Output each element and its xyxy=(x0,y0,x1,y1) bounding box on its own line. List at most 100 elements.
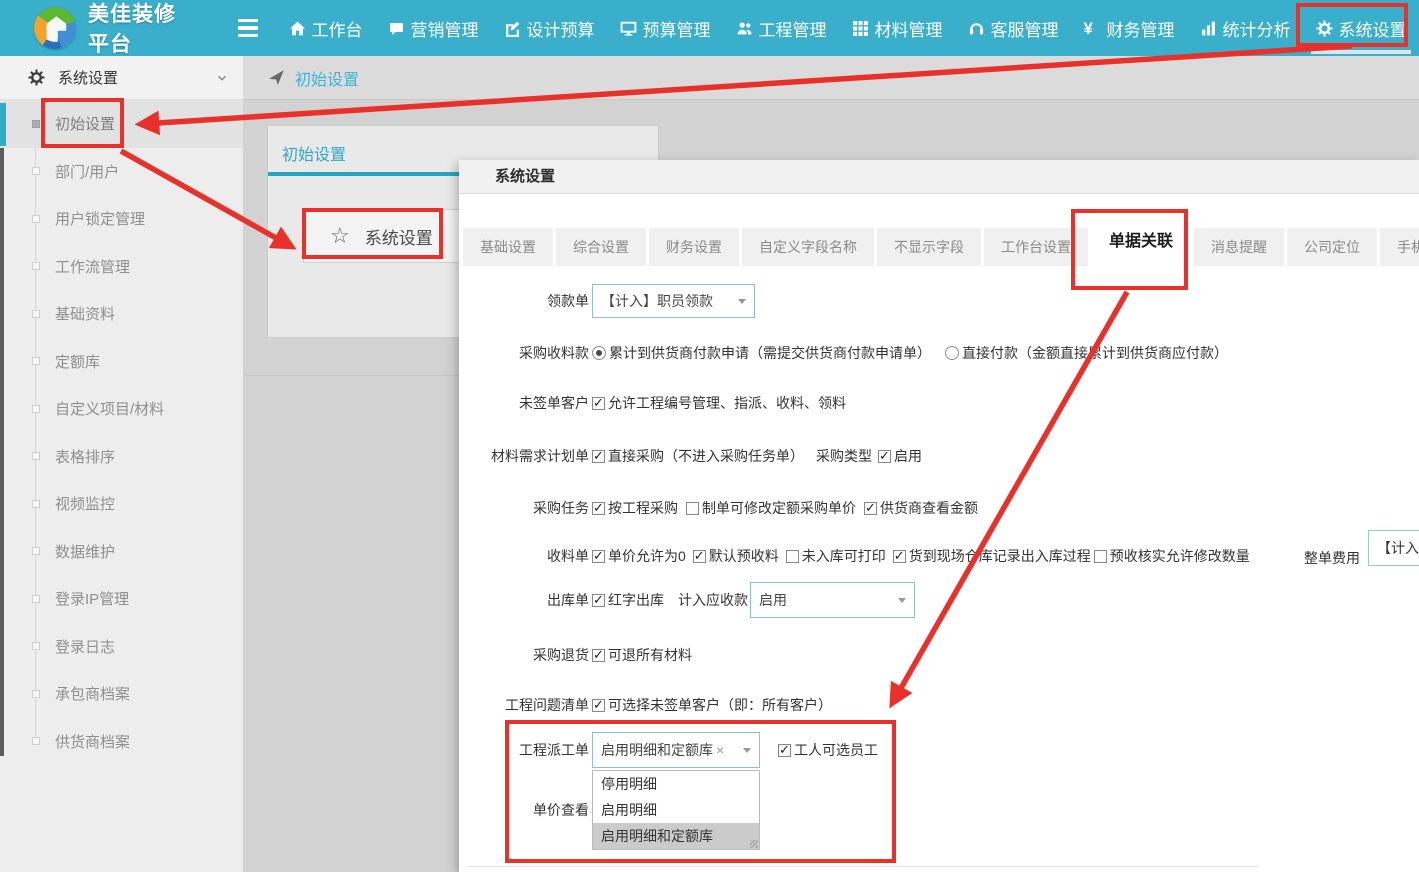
nav-item-project[interactable]: 工程管理 xyxy=(723,0,839,56)
checkbox-return-all-materials[interactable]: 可退所有材料 xyxy=(592,645,692,665)
top-header: 美佳装修平台 工作台 营销管理 设计预算 预算管理 工程管理 xyxy=(0,0,1419,56)
checkbox-supplier-view-amount[interactable]: 供货商查看金额 xyxy=(864,498,978,518)
yen-icon: ¥ xyxy=(1084,20,1101,37)
checkbox-print-before-storage[interactable]: 未入库可打印 xyxy=(786,546,886,566)
sidebar-item-departments-users[interactable]: 部门/用户 xyxy=(0,148,243,196)
bullet-icon xyxy=(32,405,40,413)
checkbox-modify-quota-price[interactable]: 制单可修改定额采购单价 xyxy=(686,498,856,518)
checkbox-icon xyxy=(893,550,906,563)
app-title: 美佳装修平台 xyxy=(88,0,196,58)
sidebar-item-initial-settings[interactable]: 初始设置 xyxy=(0,100,243,148)
tab-basic-settings[interactable]: 基础设置 xyxy=(463,228,553,266)
checkbox-purchase-by-project[interactable]: 按工程采购 xyxy=(592,498,678,518)
radio-accumulate-to-supplier[interactable]: 累计到供货商付款申请（需提交供货商付款申请单） xyxy=(592,343,931,363)
whole-order-fee-label: 整单费用 xyxy=(1304,548,1360,568)
checkbox-select-unsigned-customer[interactable]: 可选择未签单客户（即：所有客户） xyxy=(592,695,832,715)
form-row-payment-slip: 领款单 【计入】职员领款 xyxy=(459,284,1419,318)
tab-workbench-settings[interactable]: 工作台设置 xyxy=(984,228,1088,266)
checkbox-direct-purchase[interactable]: 直接采购（不进入采购任务单） xyxy=(592,446,804,466)
form-row-purchase-receipt-payment: 采购收料款 累计到供货商付款申请（需提交供货商付款申请单） 直接付款（金额直接累… xyxy=(459,343,1419,363)
tab-custom-field-names[interactable]: 自定义字段名称 xyxy=(742,228,874,266)
tab-finance-settings[interactable]: 财务设置 xyxy=(649,228,739,266)
form-row-unsigned-customer: 未签单客户 允许工程编号管理、指派、收料、领料 xyxy=(459,393,1419,413)
hamburger-menu-icon[interactable] xyxy=(238,19,258,38)
dropdown-option-disable-detail[interactable]: 停用明细 xyxy=(593,771,759,797)
checkbox-icon xyxy=(778,744,791,757)
checkbox-worker-select-employee[interactable]: 工人可选员工 xyxy=(778,740,878,760)
bullet-icon xyxy=(32,547,40,555)
sidebar-header[interactable]: 系统设置 xyxy=(0,56,243,100)
sidebar-item-data-maintenance[interactable]: 数据维护 xyxy=(0,528,243,576)
tab-hidden-fields[interactable]: 不显示字段 xyxy=(877,228,981,266)
resize-handle-icon[interactable] xyxy=(750,840,758,848)
bullet-icon xyxy=(32,262,40,270)
chevron-down-icon xyxy=(215,71,229,85)
form-row-purchase-task: 采购任务 按工程采购 制单可修改定额采购单价 供货商查看金额 xyxy=(459,498,1419,518)
app-logo-icon xyxy=(34,7,76,49)
nav-item-finance[interactable]: ¥ 财务管理 xyxy=(1071,0,1187,56)
whole-order-fee-select[interactable]: 【计入 xyxy=(1368,530,1419,566)
checkbox-purchase-type-enable[interactable]: 启用 xyxy=(878,446,922,466)
nav-item-budget[interactable]: 预算管理 xyxy=(607,0,723,56)
tab-document-association[interactable]: 单据关联 xyxy=(1091,218,1191,266)
work-dispatch-dropdown: 停用明细 启用明细 启用明细和定额库 xyxy=(592,770,760,850)
tab-initial-settings[interactable]: 初始设置 xyxy=(282,141,346,165)
sidebar-item-basic-data[interactable]: 基础资料 xyxy=(0,290,243,338)
bullet-icon xyxy=(32,500,40,508)
tab-message-reminder[interactable]: 消息提醒 xyxy=(1194,228,1284,266)
checkbox-icon xyxy=(592,450,605,463)
checkbox-verify-modify-quantity[interactable]: 预收核实允许修改数量 xyxy=(1094,546,1250,566)
checkbox-default-pre-receive[interactable]: 默认预收料 xyxy=(693,546,779,566)
nav-item-design-budget[interactable]: 设计预算 xyxy=(491,0,607,56)
sidebar-item-video-monitor[interactable]: 视频监控 xyxy=(0,480,243,528)
nav-item-material[interactable]: 材料管理 xyxy=(839,0,955,56)
tab-mobile[interactable]: 手机端 xyxy=(1380,228,1419,266)
radio-direct-payment[interactable]: 直接付款（金额直接累计到供货商应付款） xyxy=(945,343,1228,363)
sidebar-item-supplier-files[interactable]: 供货商档案 xyxy=(0,718,243,766)
sidebar-item-login-ip[interactable]: 登录IP管理 xyxy=(0,575,243,623)
form-row-work-dispatch: 工程派工单 启用明细和定额库 × 工人可选员工 xyxy=(459,732,1419,768)
nav-item-customer-service[interactable]: 客服管理 xyxy=(955,0,1071,56)
bullet-icon xyxy=(32,167,40,175)
nav-item-workbench[interactable]: 工作台 xyxy=(276,0,375,56)
sidebar-item-quota-library[interactable]: 定额库 xyxy=(0,338,243,386)
sidebar-item-workflow[interactable]: 工作流管理 xyxy=(0,243,243,291)
top-nav: 工作台 营销管理 设计预算 预算管理 工程管理 材料管理 xyxy=(276,0,1419,56)
dropdown-option-enable-detail-quota[interactable]: 启用明细和定额库 xyxy=(593,823,759,849)
nav-item-marketing[interactable]: 营销管理 xyxy=(375,0,491,56)
tab-general-settings[interactable]: 综合设置 xyxy=(556,228,646,266)
sidebar-item-contractor-files[interactable]: 承包商档案 xyxy=(0,670,243,718)
form-row-material-demand-plan: 材料需求计划单 直接采购（不进入采购任务单） 采购类型 启用 xyxy=(459,446,1419,466)
caret-down-icon xyxy=(898,598,906,603)
checkbox-icon xyxy=(693,550,706,563)
nav-item-system-settings[interactable]: 系统设置 xyxy=(1303,0,1419,56)
checkbox-icon xyxy=(592,699,605,712)
payment-slip-select[interactable]: 【计入】职员领款 xyxy=(592,284,755,318)
edit-icon xyxy=(504,20,521,37)
receivable-enable-select[interactable]: 启用 xyxy=(750,582,915,618)
dropdown-option-enable-detail[interactable]: 启用明细 xyxy=(593,797,759,823)
tab-company-location[interactable]: 公司定位 xyxy=(1287,228,1377,266)
sidebar-item-custom-project-material[interactable]: 自定义项目/材料 xyxy=(0,385,243,433)
checkbox-icon xyxy=(878,450,891,463)
bullet-icon xyxy=(32,642,40,650)
work-dispatch-select[interactable]: 启用明细和定额库 × xyxy=(592,732,760,768)
clear-icon[interactable]: × xyxy=(716,742,724,758)
users-icon xyxy=(736,20,753,37)
grid-icon xyxy=(852,20,869,37)
nav-item-statistics[interactable]: 统计分析 xyxy=(1187,0,1303,56)
checkbox-allow-project-number[interactable]: 允许工程编号管理、指派、收料、领料 xyxy=(592,393,846,413)
sidebar-active-indicator xyxy=(0,103,6,146)
checkbox-red-outbound[interactable]: 红字出库 xyxy=(592,590,664,610)
checkbox-site-warehouse-record[interactable]: 货到现场仓库记录出入库过程 xyxy=(893,546,1091,566)
breadcrumb-item[interactable]: 初始设置 xyxy=(295,66,359,90)
checkbox-price-zero-allowed[interactable]: 单价允许为0 xyxy=(592,546,686,566)
sidebar-item-login-log[interactable]: 登录日志 xyxy=(0,623,243,671)
sidebar-item-user-lock[interactable]: 用户锁定管理 xyxy=(0,195,243,243)
dialog-tab-bar: 基础设置 综合设置 财务设置 自定义字段名称 不显示字段 工作台设置 单据关联 … xyxy=(463,218,1419,266)
navigation-arrow-icon xyxy=(268,69,285,86)
checkbox-icon xyxy=(786,550,799,563)
dialog-title: 系统设置 xyxy=(495,168,555,185)
sidebar-item-table-sort[interactable]: 表格排序 xyxy=(0,433,243,481)
checkbox-icon xyxy=(1094,550,1107,563)
